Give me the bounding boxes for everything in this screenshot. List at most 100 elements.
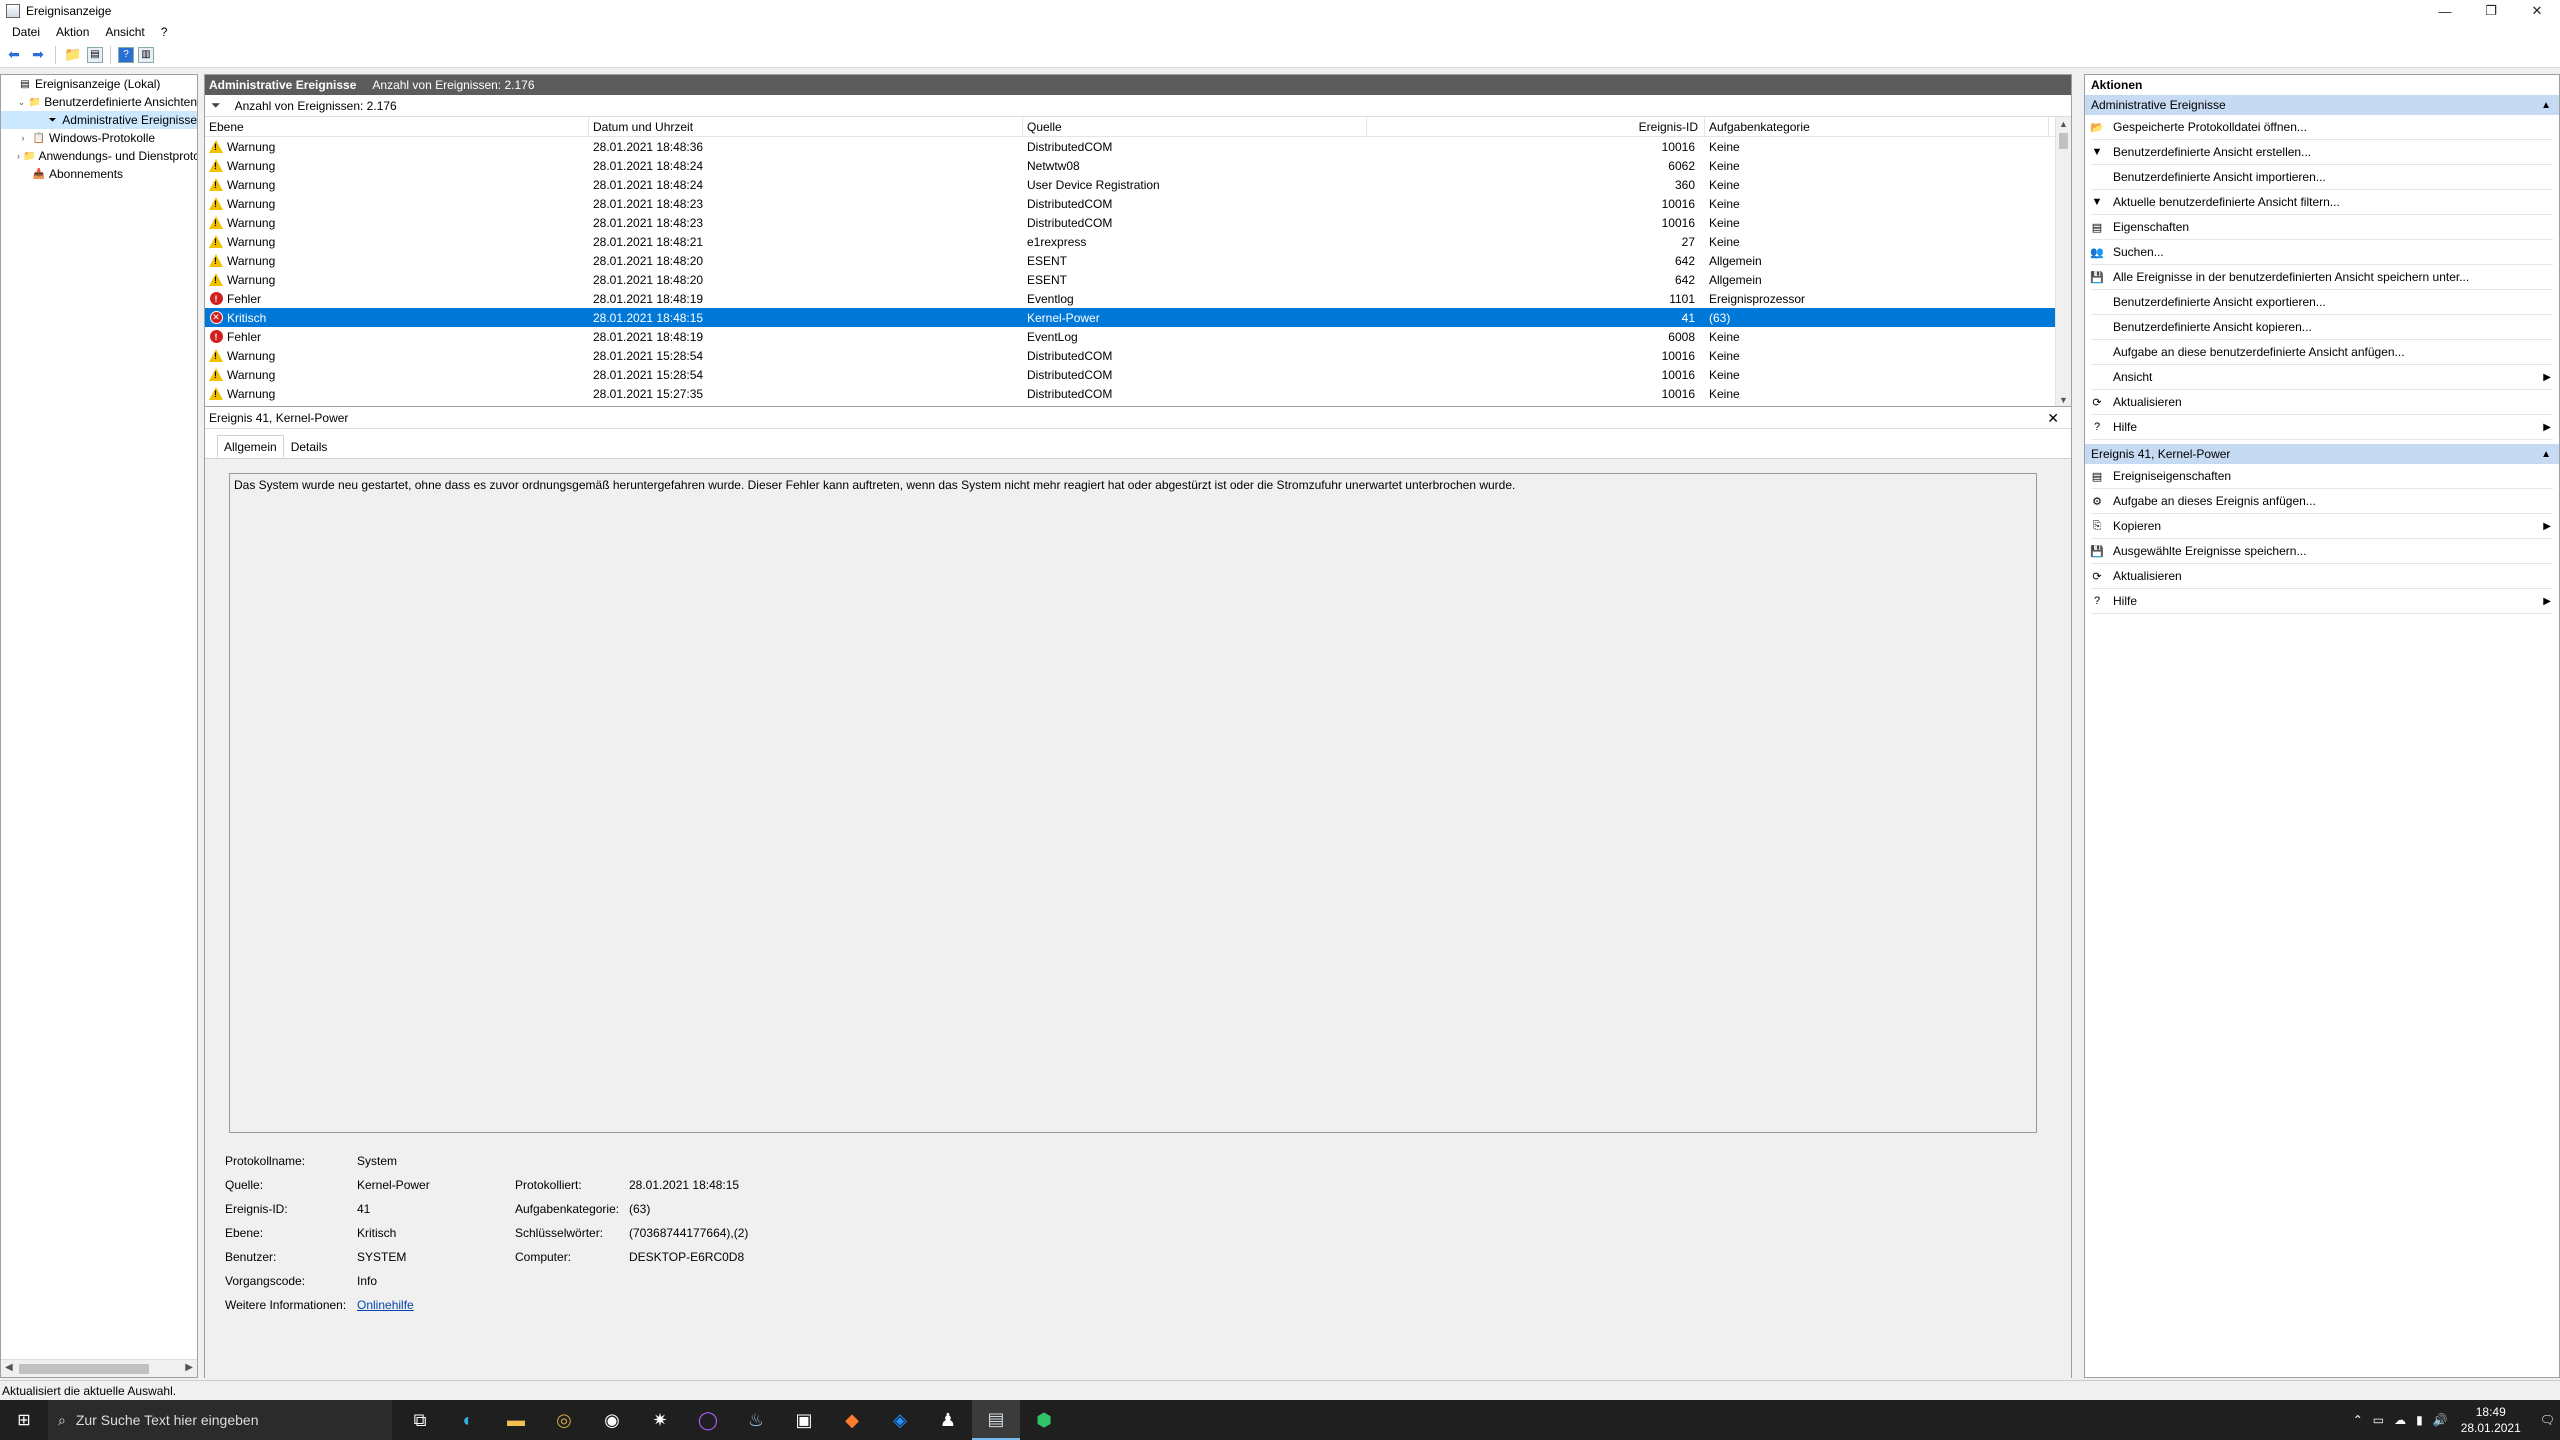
notification-icon[interactable]: 🗨	[2540, 1413, 2555, 1427]
table-row[interactable]: Warnung 28.01.2021 18:48:23 DistributedCOM…	[205, 194, 2071, 213]
tree-item-3[interactable]: › 📋 Windows-Protokolle	[1, 129, 197, 147]
action-item[interactable]: ? Hilfe ▶	[2085, 415, 2559, 439]
network-icon[interactable]: ▮	[2416, 1413, 2423, 1427]
action-item[interactable]: ▼ Benutzerdefinierte Ansicht erstellen...	[2085, 140, 2559, 164]
clock[interactable]: 18:49 28.01.2021	[2461, 1404, 2521, 1436]
app-icon[interactable]: ⬢	[1020, 1400, 1068, 1440]
app-icon[interactable]: ♟	[924, 1400, 972, 1440]
collapse-icon[interactable]: ▲	[2541, 100, 2551, 111]
table-row[interactable]: ✕ Kritisch 28.01.2021 18:48:15 Kernel-Power…	[205, 308, 2071, 327]
column-ebene[interactable]: Ebene	[205, 117, 589, 137]
actions-section-event[interactable]: Ereignis 41, Kernel-Power ▲	[2085, 444, 2559, 464]
column-quelle[interactable]: Quelle	[1023, 117, 1367, 137]
menu-ansicht[interactable]: Ansicht	[97, 25, 152, 39]
scroll-thumb[interactable]	[19, 1364, 149, 1374]
show-hide-action-pane-icon[interactable]: ▥	[138, 46, 154, 63]
table-row[interactable]: ! Fehler 28.01.2021 18:48:19 Eventlog 1101 Er…	[205, 289, 2071, 308]
tree-item-0[interactable]: ▤ Ereignisanzeige (Lokal)	[1, 75, 197, 93]
app-icon[interactable]: ▣	[780, 1400, 828, 1440]
menu-datei[interactable]: Datei	[4, 25, 48, 39]
expand-chevron-icon[interactable]: ⌄	[17, 97, 26, 108]
maximize-button[interactable]: ❐	[2468, 0, 2514, 22]
event-viewer-taskbar-icon[interactable]: ▤	[972, 1400, 1020, 1440]
show-hide-tree-icon[interactable]: ▤	[87, 46, 103, 63]
steam-icon[interactable]: ♨	[732, 1400, 780, 1440]
tree-horizontal-scrollbar[interactable]: ◀ ▶	[1, 1359, 197, 1377]
action-item[interactable]: 💾 Alle Ereignisse in der benutzerdefinier…	[2085, 265, 2559, 289]
action-item[interactable]: ▼ Aktuelle benutzerdefinierte Ansicht fil…	[2085, 190, 2559, 214]
back-arrow-icon[interactable]: ⬅	[4, 45, 24, 65]
minimize-button[interactable]: —	[2422, 0, 2468, 22]
column-ereignis-id[interactable]: Ereignis-ID	[1367, 117, 1705, 137]
expand-chevron-icon[interactable]: ›	[17, 133, 29, 143]
action-item[interactable]: 👥 Suchen...	[2085, 240, 2559, 264]
close-button[interactable]: ✕	[2514, 0, 2560, 22]
scroll-down-icon[interactable]: ▼	[2059, 395, 2068, 405]
table-row[interactable]: Warnung 28.01.2021 18:48:24 User Device Re…	[205, 175, 2071, 194]
table-row[interactable]: Warnung 28.01.2021 18:48:36 DistributedCOM…	[205, 137, 2071, 156]
windows-start-icon[interactable]: ⊞	[0, 1400, 48, 1440]
app-icon[interactable]: ◉	[588, 1400, 636, 1440]
action-item[interactable]: 💾 Ausgewählte Ereignisse speichern...	[2085, 539, 2559, 563]
cloud-icon[interactable]: ☁	[2394, 1413, 2406, 1427]
app-icon[interactable]: ◯	[684, 1400, 732, 1440]
action-item[interactable]: Benutzerdefinierte Ansicht exportieren..…	[2085, 290, 2559, 314]
scroll-left-icon[interactable]: ◀	[5, 1362, 13, 1373]
table-row[interactable]: ! Fehler 28.01.2021 18:48:19 EventLog 6008 Ke…	[205, 327, 2071, 346]
tray-chevron-icon[interactable]: ⌃	[2353, 1413, 2363, 1427]
scroll-up-icon[interactable]: ▲	[2059, 119, 2068, 129]
forward-arrow-icon[interactable]: ➡	[28, 45, 48, 65]
tree-item-1[interactable]: ⌄ 📁 Benutzerdefinierte Ansichten	[1, 93, 197, 111]
table-row[interactable]: Warnung 28.01.2021 18:48:21 e1rexpress 27 Ke…	[205, 232, 2071, 251]
help-icon[interactable]: ?	[118, 46, 134, 63]
table-row[interactable]: Warnung 28.01.2021 15:28:54 DistributedCOM…	[205, 365, 2071, 384]
app-icon[interactable]: ◈	[876, 1400, 924, 1440]
action-item[interactable]: ⟳ Aktualisieren	[2085, 390, 2559, 414]
volume-icon[interactable]: 🔊	[2433, 1413, 2448, 1427]
action-item[interactable]: ⎘ Kopieren ▶	[2085, 514, 2559, 538]
menu-aktion[interactable]: Aktion	[48, 25, 97, 39]
table-row[interactable]: Warnung 28.01.2021 18:48:20 ESENT 642 Allgem…	[205, 251, 2071, 270]
up-folder-icon[interactable]: 📁	[63, 45, 83, 65]
expand-chevron-icon[interactable]: ›	[17, 151, 20, 161]
action-item[interactable]: ⟳ Aktualisieren	[2085, 564, 2559, 588]
tab-details[interactable]: Details	[284, 435, 335, 458]
collapse-icon[interactable]: ▲	[2541, 449, 2551, 460]
action-item[interactable]: Aufgabe an diese benutzerdefinierte Ansi…	[2085, 340, 2559, 364]
scroll-thumb[interactable]	[2059, 133, 2068, 149]
table-row[interactable]: Warnung 28.01.2021 18:48:24 Netwtw08 6062 Ke…	[205, 156, 2071, 175]
table-vertical-scrollbar[interactable]: ▲ ▼	[2055, 117, 2071, 406]
onlinehilfe-link[interactable]: Onlinehilfe	[357, 1298, 515, 1312]
table-row[interactable]: Warnung 28.01.2021 18:48:23 DistributedCOM…	[205, 213, 2071, 232]
action-item[interactable]: 📂 Gespeicherte Protokolldatei öffnen...	[2085, 115, 2559, 139]
table-row[interactable]: Warnung 28.01.2021 18:48:20 ESENT 642 Allgem…	[205, 270, 2071, 289]
table-row[interactable]: Warnung 28.01.2021 15:28:54 DistributedCOM…	[205, 346, 2071, 365]
app-icon[interactable]: ◆	[828, 1400, 876, 1440]
action-item[interactable]: Benutzerdefinierte Ansicht importieren..…	[2085, 165, 2559, 189]
column-aufgabenkategorie[interactable]: Aufgabenkategorie	[1705, 117, 2049, 137]
event-message[interactable]: Das System wurde neu gestartet, ohne das…	[229, 473, 2037, 1133]
action-item[interactable]: ▤ Ereigniseigenschaften	[2085, 464, 2559, 488]
gear-app-icon[interactable]: ✷	[636, 1400, 684, 1440]
task-view-icon[interactable]: ⧉	[396, 1400, 444, 1440]
action-item[interactable]: ? Hilfe ▶	[2085, 589, 2559, 613]
app-icon[interactable]: ◎	[540, 1400, 588, 1440]
scroll-right-icon[interactable]: ▶	[185, 1362, 193, 1373]
actions-section-view[interactable]: Administrative Ereignisse ▲	[2085, 95, 2559, 115]
table-row[interactable]: Warnung 28.01.2021 15:27:35 DistributedCOM…	[205, 384, 2071, 403]
menu-help[interactable]: ?	[153, 25, 176, 39]
taskbar-search[interactable]: ⌕ Zur Suche Text hier eingeben	[48, 1400, 392, 1440]
tree-item-5[interactable]: 📥 Abonnements	[1, 165, 197, 183]
action-item[interactable]: Benutzerdefinierte Ansicht kopieren...	[2085, 315, 2559, 339]
tree-item-4[interactable]: ›📁Anwendungs- und Dienstprotokolle	[1, 147, 197, 165]
tray-app-icon[interactable]: ▭	[2373, 1413, 2384, 1427]
close-detail-icon[interactable]: ✕	[2047, 410, 2059, 427]
tab-allgemein[interactable]: Allgemein	[217, 435, 284, 458]
action-item[interactable]: ▤ Eigenschaften	[2085, 215, 2559, 239]
edge-browser-icon[interactable]: ◐	[444, 1400, 492, 1440]
tree-item-2[interactable]: ⏷ Administrative Ereignisse	[1, 111, 197, 129]
action-item[interactable]: ⚙ Aufgabe an dieses Ereignis anfügen...	[2085, 489, 2559, 513]
action-item[interactable]: Ansicht ▶	[2085, 365, 2559, 389]
column-datum[interactable]: Datum und Uhrzeit	[589, 117, 1023, 137]
file-explorer-icon[interactable]: ▬	[492, 1400, 540, 1440]
